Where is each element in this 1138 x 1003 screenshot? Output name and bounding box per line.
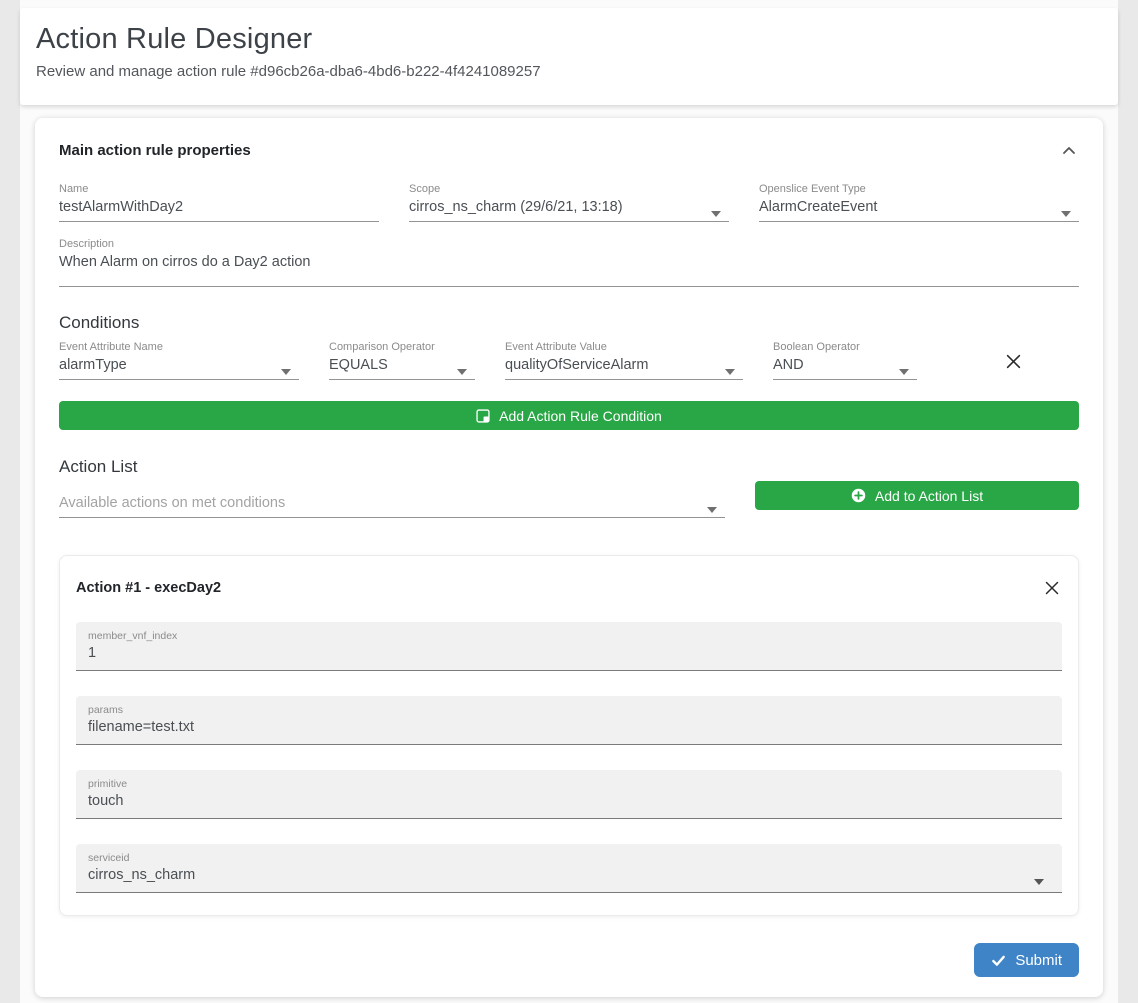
properties-section-head: Main action rule properties	[59, 142, 1079, 161]
description-label: Description	[59, 238, 1079, 250]
event-attribute-value-label: Event Attribute Value	[505, 341, 743, 353]
event-attribute-name-select[interactable]: Event Attribute Name alarmType	[59, 341, 299, 380]
caret-down-icon	[281, 362, 291, 368]
member-vnf-index-field[interactable]: member_vnf_index 1	[76, 622, 1062, 671]
plus-circle-icon	[851, 488, 866, 503]
x-icon	[1044, 584, 1060, 599]
name-value: testAlarmWithDay2	[59, 199, 183, 215]
boolean-operator-select[interactable]: Boolean Operator AND	[773, 341, 917, 380]
add-condition-button[interactable]: Add Action Rule Condition	[59, 401, 1079, 430]
caret-down-icon	[707, 500, 717, 506]
add-to-action-list-button[interactable]: Add to Action List	[755, 481, 1079, 510]
scope-label: Scope	[409, 183, 729, 195]
available-actions-select[interactable]: Available actions on met conditions	[59, 491, 725, 518]
event-type-select[interactable]: Openslice Event Type AlarmCreateEvent	[759, 183, 1079, 222]
event-attribute-name-label: Event Attribute Name	[59, 341, 299, 353]
page-subtitle: Review and manage action rule #d96cb26a-…	[36, 63, 1102, 80]
member-vnf-index-label: member_vnf_index	[88, 630, 1050, 642]
comparison-operator-label: Comparison Operator	[329, 341, 475, 353]
action-list-heading: Action List	[59, 457, 1079, 477]
action-card-title: Action #1 - execDay2	[76, 580, 221, 596]
primitive-value: touch	[88, 793, 123, 809]
condition-row: Event Attribute Name alarmType Compariso…	[59, 341, 1079, 380]
properties-row: Name testAlarmWithDay2 Scope cirros_ns_c…	[59, 183, 1079, 222]
description-value: When Alarm on cirros do a Day2 action	[59, 254, 310, 270]
collapse-panel-button[interactable]	[1059, 142, 1079, 161]
serviceid-label: serviceid	[88, 852, 1050, 864]
scope-value: cirros_ns_charm (29/6/21, 13:18)	[409, 199, 623, 215]
event-attribute-name-value: alarmType	[59, 357, 127, 373]
comparison-operator-value: EQUALS	[329, 357, 388, 373]
remove-condition-button[interactable]	[1003, 351, 1024, 372]
note-icon	[476, 409, 490, 423]
params-label: params	[88, 704, 1050, 716]
action-fields: member_vnf_index 1 params filename=test.…	[76, 622, 1062, 893]
name-field[interactable]: Name testAlarmWithDay2	[59, 183, 379, 222]
conditions-heading: Conditions	[59, 313, 1079, 333]
main-rule-card: Main action rule properties Name testAla…	[35, 118, 1103, 997]
caret-down-icon	[711, 204, 721, 210]
event-attribute-value-value: qualityOfServiceAlarm	[505, 357, 648, 373]
x-icon	[1005, 358, 1022, 373]
event-type-label: Openslice Event Type	[759, 183, 1079, 195]
event-attribute-value-select[interactable]: Event Attribute Value qualityOfServiceAl…	[505, 341, 743, 380]
action-select-row: Available actions on met conditions Add …	[59, 481, 1079, 518]
params-field[interactable]: params filename=test.txt	[76, 696, 1062, 745]
remove-action-button[interactable]	[1042, 578, 1062, 598]
submit-button[interactable]: Submit	[974, 943, 1079, 977]
params-value: filename=test.txt	[88, 719, 194, 735]
caret-down-icon	[457, 362, 467, 368]
scope-select[interactable]: Scope cirros_ns_charm (29/6/21, 13:18)	[409, 183, 729, 222]
available-actions-placeholder: Available actions on met conditions	[59, 495, 285, 511]
page-header-card: Action Rule Designer Review and manage a…	[20, 8, 1118, 105]
caret-down-icon	[899, 362, 909, 368]
page-content: Action Rule Designer Review and manage a…	[20, 0, 1118, 1003]
serviceid-value: cirros_ns_charm	[88, 867, 195, 883]
check-icon	[991, 953, 1006, 968]
page-title: Action Rule Designer	[36, 23, 1102, 56]
comparison-operator-select[interactable]: Comparison Operator EQUALS	[329, 341, 475, 380]
primitive-label: primitive	[88, 778, 1050, 790]
boolean-operator-label: Boolean Operator	[773, 341, 917, 353]
submit-label: Submit	[1015, 952, 1062, 969]
submit-row: Submit	[59, 943, 1079, 977]
caret-down-icon	[725, 362, 735, 368]
boolean-operator-value: AND	[773, 357, 804, 373]
add-condition-label: Add Action Rule Condition	[499, 408, 662, 424]
add-to-action-list-label: Add to Action List	[875, 488, 983, 504]
caret-down-icon	[1034, 872, 1044, 878]
action-card-head: Action #1 - execDay2	[76, 578, 1062, 598]
properties-heading: Main action rule properties	[59, 142, 251, 159]
chevron-up-icon	[1061, 144, 1077, 159]
member-vnf-index-value: 1	[88, 645, 96, 661]
serviceid-select[interactable]: serviceid cirros_ns_charm	[76, 844, 1062, 893]
description-field[interactable]: Description When Alarm on cirros do a Da…	[59, 238, 1079, 287]
action-item-card: Action #1 - execDay2 member_vnf_index 1 …	[59, 555, 1079, 916]
event-type-value: AlarmCreateEvent	[759, 199, 877, 215]
primitive-field[interactable]: primitive touch	[76, 770, 1062, 819]
caret-down-icon	[1061, 204, 1071, 210]
name-label: Name	[59, 183, 379, 195]
